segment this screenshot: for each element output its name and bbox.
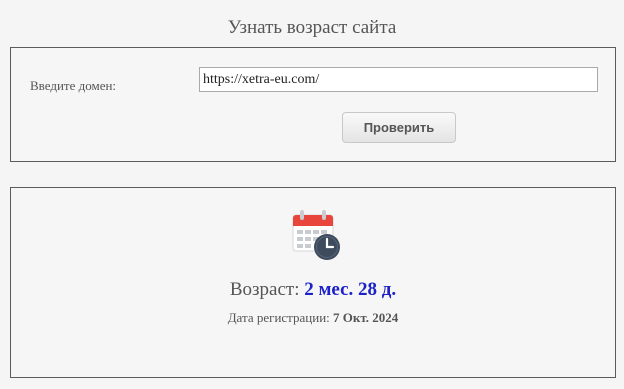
domain-label: Введите домен: [30,78,117,93]
age-value: 2 мес. 28 д. [304,279,397,300]
age-line: Возраст: 2 мес. 28 д. [11,279,615,301]
check-button[interactable]: Проверить [342,112,456,143]
page-title: Узнать возраст сайта [227,17,397,38]
age-label: Возраст: [229,279,300,300]
domain-form-panel: Введите домен: Проверить [10,47,616,162]
registration-line: Дата регистрации: 7 Окт. 2024 [11,310,615,326]
domain-input[interactable] [199,67,598,92]
registration-date: 7 Окт. 2024 [333,310,399,325]
calendar-clock-icon [291,209,343,263]
registration-label: Дата регистрации: [227,310,330,325]
result-panel: Возраст: 2 мес. 28 д. Дата регистрации: … [10,187,616,378]
